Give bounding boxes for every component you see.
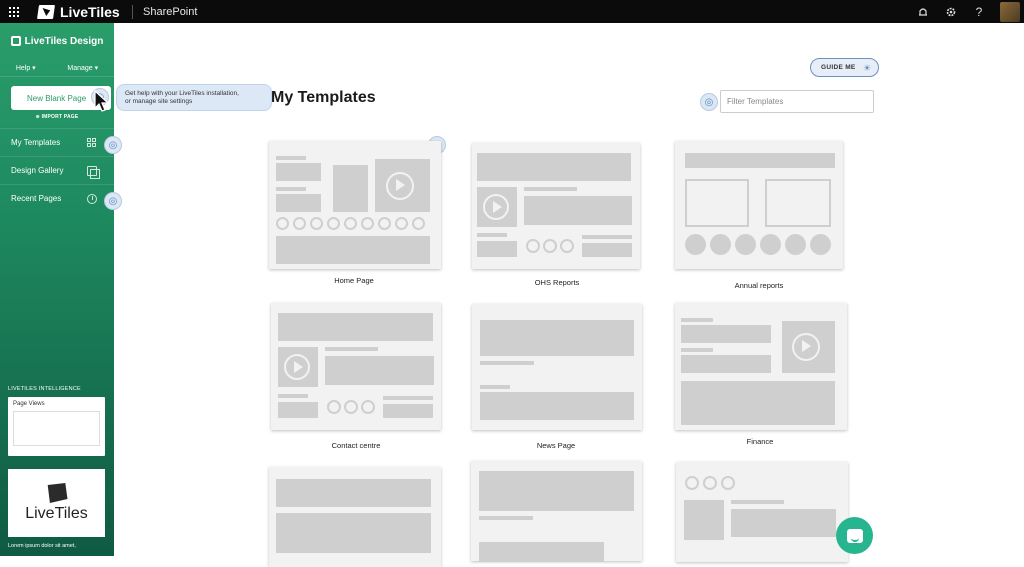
guide-me-button[interactable]: GUIDE ME ☀	[810, 58, 879, 77]
hint-bulb-icon[interactable]: ◎	[104, 136, 122, 154]
livetiles-cube-icon	[47, 483, 68, 503]
gallery-icon	[87, 165, 100, 179]
template-label: Home Page	[334, 276, 374, 285]
template-card[interactable]	[269, 467, 441, 567]
brand-name: LiveTiles	[60, 3, 120, 20]
template-card-finance[interactable]	[675, 303, 847, 430]
hint-bulb-icon[interactable]: ◎	[700, 93, 718, 111]
brand-logo[interactable]: LiveTiles	[28, 4, 124, 20]
grid-icon	[87, 137, 97, 148]
logo-card-text: LiveTiles	[25, 505, 88, 522]
sidebar-description: Lorem ipsum dolor sit amet,	[8, 543, 76, 549]
livetiles-logo-card: LiveTiles	[8, 469, 105, 537]
design-logo: LiveTiles Design	[0, 23, 114, 59]
sidebar-menus: Help ▾ Manage ▾	[0, 59, 114, 77]
page-views-chart	[13, 411, 100, 446]
help-menu[interactable]: Help ▾	[16, 64, 36, 72]
template-card[interactable]	[471, 461, 642, 562]
hint-bulb-icon[interactable]: ◎	[104, 192, 122, 210]
sidebar-item-label: Recent Pages	[11, 194, 62, 203]
template-label: News Page	[536, 441, 576, 450]
livetiles-logo-icon	[37, 4, 55, 19]
chat-icon	[846, 528, 863, 543]
template-card-home-page[interactable]	[269, 141, 441, 269]
template-card-news-page[interactable]	[472, 304, 642, 430]
intelligence-heading: LIVETILES INTELLIGENCE	[8, 386, 81, 392]
sidebar-nav: My Templates Design Gallery Recent Pages	[0, 128, 114, 212]
topbar-divider	[132, 4, 133, 19]
chat-button[interactable]	[836, 517, 873, 554]
sidebar-item-label: My Templates	[11, 138, 61, 147]
tooltip-line: or manage site settings	[125, 98, 193, 105]
manage-menu[interactable]: Manage ▾	[67, 64, 98, 72]
template-card-ohs-reports[interactable]	[472, 143, 640, 269]
template-label: Contact centre	[331, 441, 381, 450]
mouse-cursor-icon	[94, 90, 110, 112]
guide-me-label: GUIDE ME	[821, 64, 856, 71]
page-views-label: Page Views	[13, 401, 45, 407]
lightbulb-icon: ☀	[862, 62, 872, 73]
filter-templates-input[interactable]	[720, 90, 874, 113]
help-tooltip: Get help with your LiveTiles installatio…	[116, 84, 272, 111]
template-label: Annual reports	[734, 281, 784, 290]
topbar-actions: ?	[916, 0, 1024, 23]
avatar[interactable]	[1000, 1, 1020, 22]
notifications-icon[interactable]	[916, 5, 930, 19]
clock-icon	[87, 193, 97, 204]
sidebar-item-design-gallery[interactable]: Design Gallery	[0, 156, 114, 184]
sidebar-item-my-templates[interactable]: My Templates	[0, 128, 114, 156]
import-page-link[interactable]: ⊕ IMPORT PAGE	[0, 114, 114, 120]
suite-bar: LiveTiles SharePoint ?	[0, 0, 1024, 23]
tooltip-line: Get help with your LiveTiles installatio…	[125, 90, 239, 97]
sidebar-item-recent-pages[interactable]: Recent Pages	[0, 184, 114, 212]
app-launcher-icon[interactable]	[0, 0, 28, 23]
page-title: My Templates	[271, 89, 376, 106]
sharepoint-link[interactable]: SharePoint	[143, 6, 197, 18]
template-card-contact-centre[interactable]	[271, 303, 441, 430]
settings-icon[interactable]	[944, 5, 958, 19]
design-logo-icon	[10, 36, 21, 46]
help-icon[interactable]: ?	[972, 5, 986, 19]
template-label: OHS Reports	[534, 278, 580, 287]
template-card-annual-reports[interactable]	[675, 141, 843, 269]
page-views-widget[interactable]: Page Views	[8, 397, 105, 456]
sidebar-item-label: Design Gallery	[11, 166, 64, 175]
template-card[interactable]	[676, 462, 848, 562]
template-label: Finance	[746, 437, 774, 446]
design-logo-text: LiveTiles Design	[24, 35, 104, 47]
